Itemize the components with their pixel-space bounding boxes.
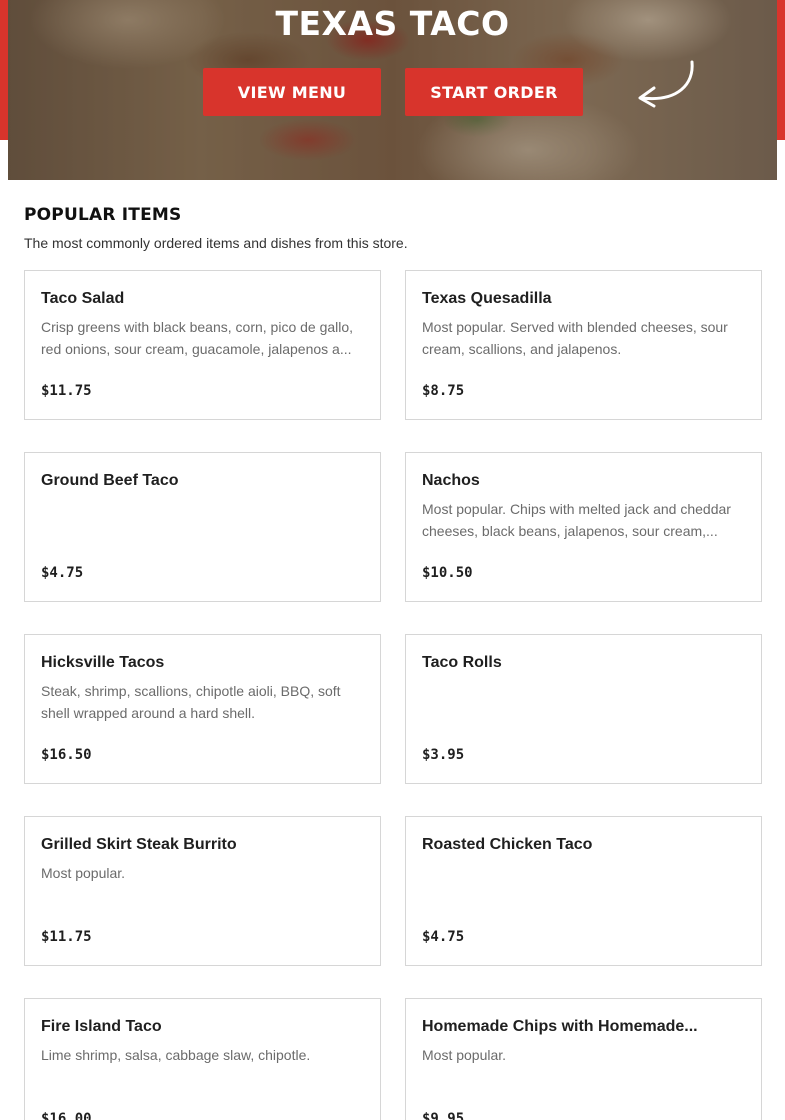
menu-item-price: $16.50: [41, 747, 92, 763]
menu-item-description: [422, 862, 745, 906]
menu-item-card[interactable]: Taco Rolls $3.95: [405, 634, 762, 784]
menu-item-card[interactable]: Texas Quesadilla Most popular. Served wit…: [405, 270, 762, 420]
menu-item-card[interactable]: Fire Island Taco Lime shrimp, salsa, cabb…: [24, 998, 381, 1120]
menu-item-description: Most popular. Chips with melted jack and…: [422, 501, 731, 539]
menu-item-description: Crisp greens with black beans, corn, pic…: [41, 319, 354, 357]
menu-item-price: $4.75: [422, 929, 465, 945]
menu-item-price: $9.95: [422, 1111, 465, 1120]
menu-item-price: $10.50: [422, 565, 473, 581]
menu-item-card[interactable]: Roasted Chicken Taco $4.75: [405, 816, 762, 966]
menu-item-name: Roasted Chicken Taco: [422, 836, 593, 853]
menu-item-name: Fire Island Taco: [41, 1018, 162, 1035]
menu-item-description: Most popular. Served with blended cheese…: [422, 319, 728, 357]
menu-item-description: Steak, shrimp, scallions, chipotle aioli…: [41, 683, 341, 721]
popular-items-subtitle: The most commonly ordered items and dish…: [24, 235, 408, 251]
menu-item-description: [41, 498, 364, 542]
store-page: TEXAS TACO VIEW MENU START ORDER POPULAR…: [0, 0, 785, 1120]
menu-item-name: Homemade Chips with Homemade...: [422, 1018, 698, 1035]
menu-item-description: Most popular.: [422, 1047, 507, 1063]
menu-item-description: Lime shrimp, salsa, cabbage slaw, chipot…: [41, 1047, 311, 1063]
menu-item-card[interactable]: Homemade Chips with Homemade... Most popu…: [405, 998, 762, 1120]
menu-item-name: Grilled Skirt Steak Burrito: [41, 836, 237, 853]
menu-item-description: [422, 680, 745, 724]
popular-items-heading: POPULAR ITEMS: [24, 205, 182, 225]
hero-banner: TEXAS TACO VIEW MENU START ORDER: [8, 0, 777, 180]
menu-item-price: $4.75: [41, 565, 84, 581]
menu-item-price: $8.75: [422, 383, 465, 399]
menu-item-name: Nachos: [422, 472, 480, 489]
menu-item-price: $11.75: [41, 929, 92, 945]
menu-item-name: Taco Rolls: [422, 654, 502, 671]
curved-arrow-icon: [638, 60, 694, 108]
menu-item-card[interactable]: Hicksville Tacos Steak, shrimp, scallions…: [24, 634, 381, 784]
menu-item-price: $16.00: [41, 1111, 92, 1120]
menu-item-card[interactable]: Taco Salad Crisp greens with black beans,…: [24, 270, 381, 420]
view-menu-button[interactable]: VIEW MENU: [203, 68, 381, 116]
menu-item-card[interactable]: Grilled Skirt Steak Burrito Most popular.…: [24, 816, 381, 966]
menu-item-name: Hicksville Tacos: [41, 654, 165, 671]
menu-item-card[interactable]: Nachos Most popular. Chips with melted ja…: [405, 452, 762, 602]
menu-item-price: $3.95: [422, 747, 465, 763]
start-order-button[interactable]: START ORDER: [405, 68, 583, 116]
menu-item-name: Taco Salad: [41, 290, 125, 307]
menu-item-price: $11.75: [41, 383, 92, 399]
menu-item-name: Ground Beef Taco: [41, 472, 179, 489]
store-title: TEXAS TACO: [275, 4, 510, 43]
menu-item-name: Texas Quesadilla: [422, 290, 552, 307]
menu-item-card[interactable]: Ground Beef Taco $4.75: [24, 452, 381, 602]
menu-item-description: Most popular.: [41, 865, 126, 881]
